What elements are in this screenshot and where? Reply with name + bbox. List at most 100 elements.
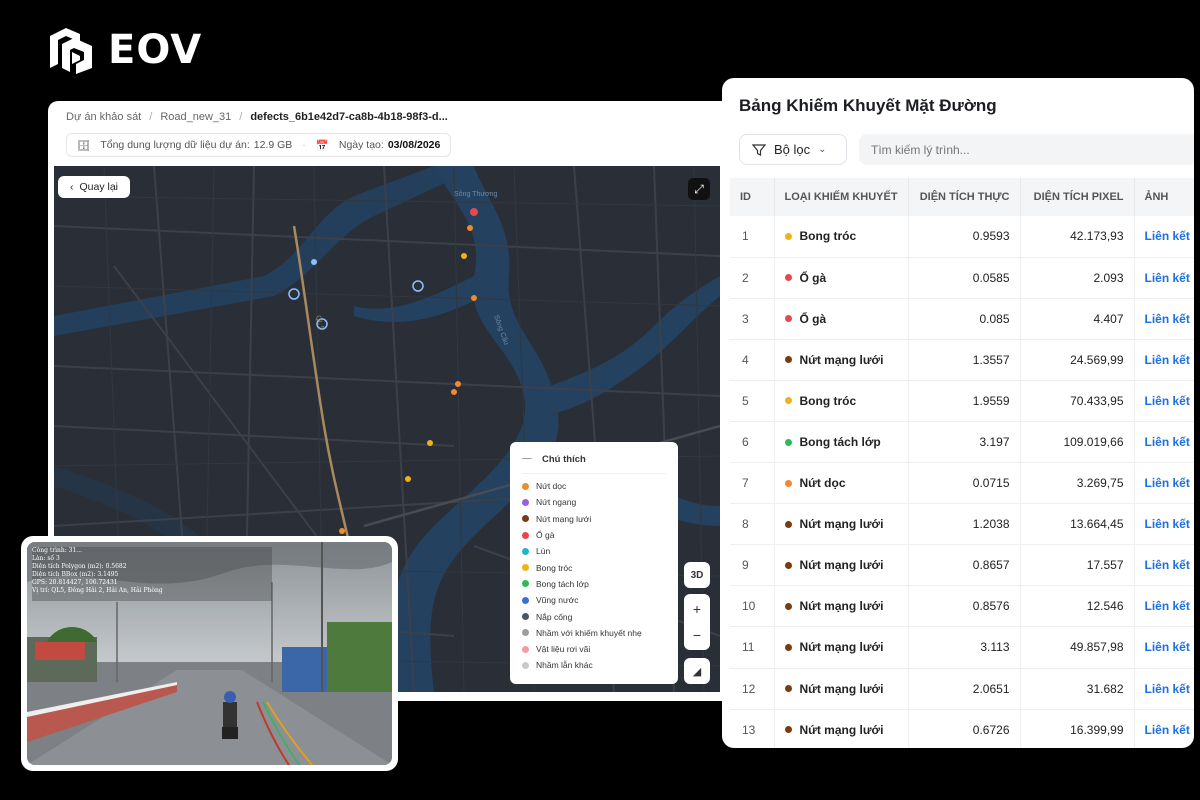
cell-real-area: 0.8576	[908, 585, 1021, 628]
defect-photo[interactable]: Công trình: 31... Làn: số 3 Diện tích Pol…	[27, 542, 392, 765]
back-button[interactable]: ‹ Quay lại	[58, 176, 131, 198]
legend-item[interactable]: Nhầm với khiếm khuyết nhẹ	[522, 625, 666, 641]
image-link[interactable]: Liên kết	[1134, 380, 1194, 422]
defect-type-label: Nứt mạng lưới	[799, 599, 884, 614]
legend-item[interactable]: Nắp cống	[522, 608, 666, 624]
image-link[interactable]: Liên kết	[1134, 298, 1194, 340]
defect-type-label: Bong tróc	[799, 393, 857, 408]
legend-item[interactable]: Vũng nước	[522, 592, 666, 608]
image-link[interactable]: Liên kết	[1134, 626, 1194, 669]
table-row[interactable]: 12 Nứt mạng lưới 2.0651 31.682 Liên kết	[730, 668, 1194, 710]
cell-real-area: 0.0715	[908, 462, 1021, 505]
cell-pixel-area: 31.682	[1020, 668, 1135, 710]
defect-type-label: Ổ gà	[799, 270, 827, 285]
legend-item[interactable]: Bong tróc	[522, 559, 666, 575]
legend-item[interactable]: Nứt mạng lưới	[522, 511, 666, 527]
map-marker	[451, 389, 457, 395]
cell-real-area: 1.2038	[908, 503, 1021, 546]
legend-item[interactable]: Nhầm lẫn khác	[522, 657, 666, 673]
cell-id: 9	[730, 544, 775, 587]
cell-type: Nứt mạng lưới	[774, 626, 909, 669]
image-link[interactable]: Liên kết	[1134, 421, 1194, 464]
legend-item-label: Bong tróc	[536, 562, 573, 573]
legend-item[interactable]: Nứt dọc	[522, 478, 666, 494]
table-row[interactable]: 1 Bong tróc 0.9593 42.173,93 Liên kết	[730, 216, 1194, 258]
breadcrumb-item-current: defects_6b1e42d7-ca8b-4b18-98f3-d...	[250, 111, 448, 123]
table-row[interactable]: 11 Nứt mạng lưới 3.113 49.857,98 Liên kết	[730, 626, 1194, 669]
cell-type: Nứt mạng lưới	[774, 585, 909, 628]
table-row[interactable]: 13 Nứt mạng lưới 0.6726 16.399,99 Liên kết	[730, 709, 1194, 748]
legend-item-label: Ổ gà	[536, 530, 555, 541]
table-row[interactable]: 4 Nứt mạng lưới 1.3557 24.569,99 Liên kết	[730, 339, 1194, 381]
river-label: Sông Thương	[454, 191, 498, 198]
column-header-real-area[interactable]: DIỆN TÍCH THỰC	[908, 178, 1021, 216]
map-marker	[470, 208, 478, 216]
back-button-label: Quay lại	[79, 181, 119, 193]
project-meta: 🗄 Tổng dung lượng dữ liệu dự án: 12.9 GB …	[66, 133, 452, 157]
storage-label: Tổng dung lượng dữ liệu dự án:	[100, 139, 250, 151]
image-link[interactable]: Liên kết	[1134, 709, 1194, 748]
table-row[interactable]: 7 Nứt dọc 0.0715 3.269,75 Liên kết	[730, 462, 1194, 505]
image-link[interactable]: Liên kết	[1134, 462, 1194, 505]
table-row[interactable]: 10 Nứt mạng lưới 0.8576 12.546 Liên kết	[730, 585, 1194, 628]
image-link[interactable]: Liên kết	[1134, 339, 1194, 381]
cell-pixel-area: 24.569,99	[1020, 339, 1135, 381]
column-header-image[interactable]: ẢNH	[1134, 178, 1194, 216]
legend-item[interactable]: Bong tách lớp	[522, 576, 666, 592]
image-link[interactable]: Liên kết	[1134, 585, 1194, 628]
chevron-down-icon: ⌄	[818, 144, 827, 155]
defect-type-dot	[784, 397, 792, 405]
legend-item[interactable]: Ổ gà	[522, 527, 666, 543]
cell-pixel-area: 42.173,93	[1020, 216, 1135, 258]
cell-real-area: 0.9593	[908, 216, 1021, 258]
map-marker	[461, 253, 467, 259]
filter-button[interactable]: Bộ lọc ⌄	[739, 134, 847, 165]
toggle-3d-button[interactable]: 3D	[684, 562, 710, 588]
table-row[interactable]: 3 Ổ gà 0.085 4.407 Liên kết	[730, 298, 1194, 340]
search-input[interactable]	[859, 134, 1194, 165]
map-marker	[427, 440, 433, 446]
toggle-3d-label: 3D	[690, 569, 704, 581]
legend-item[interactable]: Nứt ngang	[522, 494, 666, 510]
date-value: 03/08/2026	[387, 139, 441, 151]
image-link[interactable]: Liên kết	[1134, 257, 1194, 299]
photo-metadata-overlay: Công trình: 31... Làn: số 3 Diện tích Pol…	[32, 547, 272, 601]
table-row[interactable]: 2 Ổ gà 0.0585 2.093 Liên kết	[730, 257, 1194, 299]
column-header-pixel-area[interactable]: DIỆN TÍCH PIXEL	[1020, 178, 1135, 216]
zoom-in-button[interactable]: +	[684, 596, 710, 622]
cell-type: Nứt mạng lưới	[774, 339, 909, 381]
breadcrumb-item-road[interactable]: Road_new_31	[160, 111, 231, 123]
fullscreen-button[interactable]: ⤢	[688, 178, 710, 200]
legend-item[interactable]: Lún	[522, 543, 666, 559]
cell-pixel-area: 70.433,95	[1020, 380, 1135, 422]
legend-color-dot	[522, 482, 529, 490]
breadcrumb-item-projects[interactable]: Dự án khảo sát	[66, 111, 141, 123]
column-header-type[interactable]: LOẠI KHIẾM KHUYẾT	[774, 178, 909, 216]
image-link[interactable]: Liên kết	[1134, 503, 1194, 546]
image-link[interactable]: Liên kết	[1134, 544, 1194, 587]
table-row[interactable]: 9 Nứt mạng lưới 0.8657 17.557 Liên kết	[730, 544, 1194, 587]
panel-title: Bảng Khiếm Khuyết Mặt Đường	[739, 96, 997, 115]
defect-photo-card[interactable]: Công trình: 31... Làn: số 3 Diện tích Pol…	[21, 536, 398, 771]
legend-color-dot	[522, 596, 529, 604]
table-row[interactable]: 6 Bong tách lớp 3.197 109.019,66 Liên kết	[730, 421, 1194, 464]
legend-title[interactable]: Chú thích	[522, 450, 666, 474]
defect-type-label: Ổ gà	[799, 311, 827, 326]
logo-text: EOV	[108, 27, 203, 73]
cell-type: Nứt dọc	[774, 462, 909, 505]
defect-type-dot	[784, 520, 792, 528]
defect-type-label: Bong tách lớp	[799, 435, 881, 450]
zoom-out-button[interactable]: −	[684, 622, 710, 648]
table-row[interactable]: 5 Bong tróc 1.9559 70.433,95 Liên kết	[730, 380, 1194, 422]
legend-item[interactable]: Vật liệu rơi vãi	[522, 641, 666, 657]
image-link[interactable]: Liên kết	[1134, 216, 1194, 258]
cell-id: 4	[730, 339, 775, 381]
meta-separator: ·	[302, 139, 306, 151]
defect-type-dot	[784, 602, 792, 610]
compass-button[interactable]: ◢	[684, 658, 710, 684]
cell-pixel-area: 13.664,45	[1020, 503, 1135, 546]
column-header-id[interactable]: ID	[730, 178, 775, 216]
legend-item-label: Nứt mạng lưới	[536, 513, 592, 524]
table-row[interactable]: 8 Nứt mạng lưới 1.2038 13.664,45 Liên kết	[730, 503, 1194, 546]
image-link[interactable]: Liên kết	[1134, 668, 1194, 710]
